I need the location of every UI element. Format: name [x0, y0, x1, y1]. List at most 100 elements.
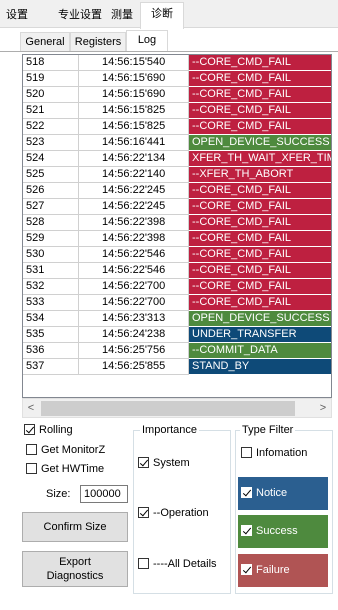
log-row[interactable]: 519 14:56:15'690 --CORE_CMD_FAIL — [23, 71, 331, 87]
tab-measure[interactable]: 测量 — [108, 4, 136, 26]
log-row-message: --CORE_CMD_FAIL — [189, 183, 331, 199]
size-input[interactable]: 100000 — [80, 485, 128, 503]
log-row[interactable]: 525 14:56:22'140 --XFER_TH_ABORT — [23, 167, 331, 183]
tab-registers[interactable]: Registers — [70, 32, 126, 52]
log-row-time: 14:56:25'756 — [79, 343, 189, 359]
export-diagnostics-button[interactable]: Export Diagnostics — [22, 551, 128, 587]
log-row[interactable]: 531 14:56:22'546 --CORE_CMD_FAIL — [23, 263, 331, 279]
log-row[interactable]: 530 14:56:22'546 --CORE_CMD_FAIL — [23, 247, 331, 263]
log-row-time: 14:56:22'140 — [79, 167, 189, 183]
confirm-size-button[interactable]: Confirm Size — [22, 512, 128, 542]
log-row-index: 535 — [23, 327, 79, 343]
log-row-time: 14:56:22'700 — [79, 295, 189, 311]
log-row[interactable]: 535 14:56:24'238 UNDER_TRANSFER — [23, 327, 331, 343]
log-row-time: 14:56:22'546 — [79, 247, 189, 263]
log-row-index: 528 — [23, 215, 79, 231]
tab-log[interactable]: Log — [126, 30, 168, 52]
log-row[interactable]: 527 14:56:22'245 --CORE_CMD_FAIL — [23, 199, 331, 215]
log-row-message: --CORE_CMD_FAIL — [189, 279, 331, 295]
information-filter-checkbox[interactable]: Infomation — [238, 437, 328, 470]
log-row-message: --CORE_CMD_FAIL — [189, 119, 331, 135]
log-row-message: --CORE_CMD_FAIL — [189, 199, 331, 215]
diagnostics-label: Diagnostics — [46, 570, 104, 582]
log-row-index: 520 — [23, 87, 79, 103]
system-label: System — [153, 457, 190, 469]
log-row[interactable]: 518 14:56:15'540 --CORE_CMD_FAIL — [23, 55, 331, 71]
export-label: Export — [59, 556, 91, 568]
tab-diagnostics[interactable]: 诊断 — [140, 2, 184, 29]
log-row-index: 536 — [23, 343, 79, 359]
log-row-message: OPEN_DEVICE_SUCCESS — [189, 135, 331, 151]
log-row-index: 523 — [23, 135, 79, 151]
importance-title: Importance — [140, 424, 200, 436]
log-row-time: 14:56:22'398 — [79, 231, 189, 247]
size-label: Size: — [46, 488, 71, 500]
log-row-message: --XFER_TH_ABORT — [189, 167, 331, 183]
log-row-message: --CORE_CMD_FAIL — [189, 263, 331, 279]
scroll-thumb[interactable] — [41, 401, 295, 416]
get-hwtime-label: Get HWTime — [41, 463, 105, 475]
log-row[interactable]: 522 14:56:15'825 --CORE_CMD_FAIL — [23, 119, 331, 135]
all-details-label: ----All Details — [153, 558, 217, 570]
log-row[interactable]: 526 14:56:22'245 --CORE_CMD_FAIL — [23, 183, 331, 199]
operation-checkbox[interactable]: --Operation — [138, 507, 209, 519]
log-row-time: 14:56:22'134 — [79, 151, 189, 167]
log-row[interactable]: 523 14:56:16'441 OPEN_DEVICE_SUCCESS — [23, 135, 331, 151]
log-row[interactable]: 537 14:56:25'855 STAND_BY — [23, 359, 331, 375]
log-row-message: --CORE_CMD_FAIL — [189, 231, 331, 247]
failure-filter-checkbox[interactable]: Failure — [238, 554, 328, 587]
log-row[interactable]: 521 14:56:15'825 --CORE_CMD_FAIL — [23, 103, 331, 119]
log-row-time: 14:56:24'238 — [79, 327, 189, 343]
log-row-message: STAND_BY — [189, 359, 331, 375]
scroll-left-arrow-icon[interactable]: < — [23, 399, 39, 417]
log-horizontal-scrollbar[interactable]: < > — [22, 398, 332, 418]
tab-settings[interactable]: 设置 — [2, 4, 32, 26]
rolling-check-box-icon[interactable] — [24, 424, 35, 435]
log-row-index: 532 — [23, 279, 79, 295]
failure-check-box-icon[interactable] — [241, 564, 252, 575]
get-hwtime-checkbox[interactable]: Get HWTime — [26, 463, 104, 475]
scroll-right-arrow-icon[interactable]: > — [315, 399, 331, 417]
get-monitorz-check-box-icon[interactable] — [26, 444, 37, 455]
get-hwtime-check-box-icon[interactable] — [26, 463, 37, 474]
log-row-message: --CORE_CMD_FAIL — [189, 215, 331, 231]
all-details-checkbox[interactable]: ----All Details — [138, 558, 217, 570]
log-row-message: --CORE_CMD_FAIL — [189, 247, 331, 263]
operation-check-box-icon[interactable] — [138, 507, 149, 518]
information-check-box-icon[interactable] — [241, 447, 252, 458]
log-row-time: 14:56:16'441 — [79, 135, 189, 151]
log-row[interactable]: 52414:56:22'134XFER_TH_WAIT_XFER_TIMEOUT — [23, 151, 331, 167]
operation-label: --Operation — [153, 507, 209, 519]
rolling-label: Rolling — [39, 424, 73, 436]
success-check-box-icon[interactable] — [241, 525, 252, 536]
system-checkbox[interactable]: System — [138, 457, 190, 469]
log-row-time: 14:56:22'700 — [79, 279, 189, 295]
log-row-time: 14:56:25'855 — [79, 359, 189, 375]
log-row[interactable]: 528 14:56:22'398 --CORE_CMD_FAIL — [23, 215, 331, 231]
log-list[interactable]: 518 14:56:15'540 --CORE_CMD_FAIL 519 14:56:1… — [22, 54, 332, 398]
log-row-index: 531 — [23, 263, 79, 279]
information-label: Infomation — [256, 447, 308, 459]
log-row[interactable]: 520 14:56:15'690 --CORE_CMD_FAIL — [23, 87, 331, 103]
tab-general[interactable]: General — [20, 32, 70, 52]
sub-tab-divider — [0, 51, 338, 52]
log-row-time: 14:56:22'546 — [79, 263, 189, 279]
log-row-time: 14:56:15'540 — [79, 55, 189, 71]
success-filter-checkbox[interactable]: Success — [238, 515, 328, 548]
log-row[interactable]: 534 14:56:23'313 OPEN_DEVICE_SUCCESS — [23, 311, 331, 327]
log-row[interactable]: 529 14:56:22'398 --CORE_CMD_FAIL — [23, 231, 331, 247]
log-row[interactable]: 532 14:56:22'700 --CORE_CMD_FAIL — [23, 279, 331, 295]
rolling-checkbox[interactable]: Rolling — [24, 424, 73, 436]
notice-check-box-icon[interactable] — [241, 487, 252, 498]
system-check-box-icon[interactable] — [138, 457, 149, 468]
all-details-check-box-icon[interactable] — [138, 558, 149, 569]
log-row[interactable]: 536 14:56:25'756 --COMMIT_DATA — [23, 343, 331, 359]
get-monitorz-checkbox[interactable]: Get MonitorZ — [26, 444, 105, 456]
notice-label: Notice — [256, 487, 288, 499]
log-row-index: 519 — [23, 71, 79, 87]
tab-pro-settings[interactable]: 专业设置 — [56, 4, 104, 26]
log-row-message: --CORE_CMD_FAIL — [189, 295, 331, 311]
log-row[interactable]: 533 14:56:22'700 --CORE_CMD_FAIL — [23, 295, 331, 311]
log-row-index: 534 — [23, 311, 79, 327]
notice-filter-checkbox[interactable]: Notice — [238, 477, 328, 510]
